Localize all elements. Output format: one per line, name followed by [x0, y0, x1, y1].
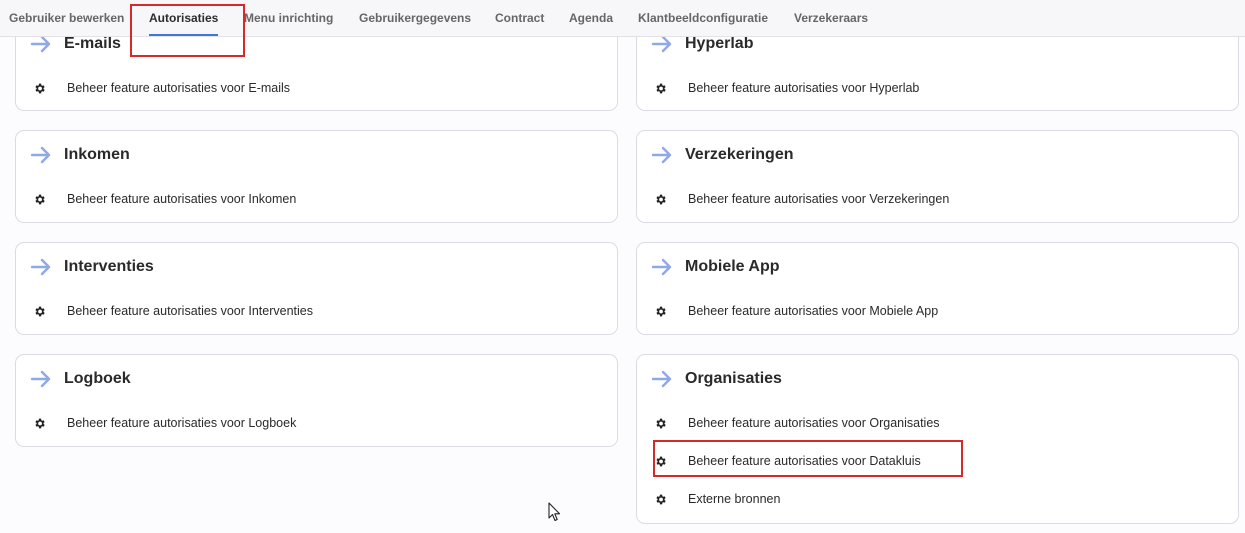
- gear-icon: [35, 306, 45, 316]
- tab-klantbeeldconfiguratie[interactable]: Klantbeeldconfiguratie: [638, 0, 768, 37]
- arrow-right-icon: [651, 37, 672, 53]
- card-item-link[interactable]: Beheer feature autorisaties voor Hyperla…: [654, 78, 919, 98]
- tab-gebruiker-bewerken[interactable]: Gebruiker bewerken: [9, 0, 124, 37]
- card-item-link[interactable]: Beheer feature autorisaties voor E-mails: [33, 78, 290, 98]
- card-item-label: Beheer feature autorisaties voor Organis…: [688, 416, 940, 430]
- gear-icon: [35, 418, 45, 428]
- card-item-label: Beheer feature autorisaties voor E-mails: [67, 81, 291, 95]
- mouse-cursor-icon: [548, 502, 561, 522]
- tab-contract[interactable]: Contract: [495, 0, 544, 37]
- card-title: Inkomen: [64, 146, 130, 163]
- card-title: Logboek: [64, 370, 131, 387]
- card-header[interactable]: Interventies: [30, 255, 154, 279]
- gear-icon: [656, 456, 666, 466]
- arrow-right-icon: [651, 370, 672, 388]
- card-item-label: Beheer feature autorisaties voor Logboek: [67, 416, 297, 430]
- card-organisaties: Organisaties Beheer feature autorisaties…: [636, 354, 1239, 524]
- card-mobiele-app: Mobiele App Beheer feature autorisaties …: [636, 242, 1239, 335]
- card-e-mails: E-mails Beheer feature autorisaties voor…: [15, 37, 618, 111]
- card-header[interactable]: E-mails: [30, 37, 121, 56]
- card-item-label: Beheer feature autorisaties voor Hyperla…: [688, 81, 920, 95]
- card-header[interactable]: Hyperlab: [651, 37, 753, 56]
- tab-autorisaties[interactable]: Autorisaties: [149, 0, 219, 37]
- gear-icon: [656, 194, 666, 204]
- card-item-link[interactable]: Beheer feature autorisaties voor Verzeke…: [654, 189, 949, 209]
- cards-grid: E-mails Beheer feature autorisaties voor…: [0, 37, 1245, 533]
- card-title: Organisaties: [685, 370, 782, 387]
- gear-icon: [656, 418, 666, 428]
- card-interventies: Interventies Beheer feature autorisaties…: [15, 242, 618, 335]
- gear-icon: [35, 194, 45, 204]
- card-header[interactable]: Verzekeringen: [651, 143, 794, 167]
- tab-verzekeraars[interactable]: Verzekeraars: [794, 0, 868, 37]
- card-item-link-datakluis[interactable]: Beheer feature autorisaties voor Dataklu…: [654, 451, 921, 471]
- card-item-link[interactable]: Beheer feature autorisaties voor Mobiele…: [654, 301, 938, 321]
- card-header[interactable]: Mobiele App: [651, 255, 780, 279]
- card-item-link[interactable]: Beheer feature autorisaties voor Interve…: [33, 301, 313, 321]
- card-item-label: Externe bronnen: [688, 492, 781, 506]
- card-hyperlab: Hyperlab Beheer feature autorisaties voo…: [636, 37, 1239, 111]
- gear-icon: [656, 494, 666, 504]
- card-inkomen: Inkomen Beheer feature autorisaties voor…: [15, 130, 618, 223]
- card-item-link[interactable]: Beheer feature autorisaties voor Organis…: [654, 413, 940, 433]
- card-header[interactable]: Logboek: [30, 367, 131, 391]
- card-header[interactable]: Inkomen: [30, 143, 130, 167]
- arrow-right-icon: [30, 370, 51, 388]
- arrow-right-icon: [30, 37, 51, 53]
- arrow-right-icon: [30, 258, 51, 276]
- tab-gebruikergegevens[interactable]: Gebruikergegevens: [359, 0, 471, 37]
- card-verzekeringen: Verzekeringen Beheer feature autorisatie…: [636, 130, 1239, 223]
- card-item-label: Beheer feature autorisaties voor Inkomen: [67, 192, 297, 206]
- card-logboek: Logboek Beheer feature autorisaties voor…: [15, 354, 618, 447]
- tab-menu-inrichting[interactable]: Menu inrichting: [244, 0, 333, 37]
- tab-bar: Gebruiker bewerken Autorisaties Menu inr…: [0, 0, 1245, 37]
- card-title: Verzekeringen: [685, 146, 794, 163]
- arrow-right-icon: [651, 258, 672, 276]
- card-title: Interventies: [64, 258, 154, 275]
- card-title: Hyperlab: [685, 37, 754, 52]
- card-item-link[interactable]: Beheer feature autorisaties voor Logboek: [33, 413, 296, 433]
- card-item-link[interactable]: Beheer feature autorisaties voor Inkomen: [33, 189, 296, 209]
- card-item-label: Beheer feature autorisaties voor Interve…: [67, 304, 313, 318]
- arrow-right-icon: [30, 146, 51, 164]
- tab-agenda[interactable]: Agenda: [569, 0, 613, 37]
- gear-icon: [656, 83, 666, 93]
- card-item-link-externe-bronnen[interactable]: Externe bronnen: [654, 489, 780, 509]
- gear-icon: [35, 83, 45, 93]
- gear-icon: [656, 306, 666, 316]
- card-header[interactable]: Organisaties: [651, 367, 782, 391]
- card-title: Mobiele App: [685, 258, 780, 275]
- card-item-label: Beheer feature autorisaties voor Verzeke…: [688, 192, 950, 206]
- card-title: E-mails: [64, 37, 121, 52]
- card-item-label: Beheer feature autorisaties voor Dataklu…: [688, 454, 921, 468]
- arrow-right-icon: [651, 146, 672, 164]
- card-item-label: Beheer feature autorisaties voor Mobiele…: [688, 304, 939, 318]
